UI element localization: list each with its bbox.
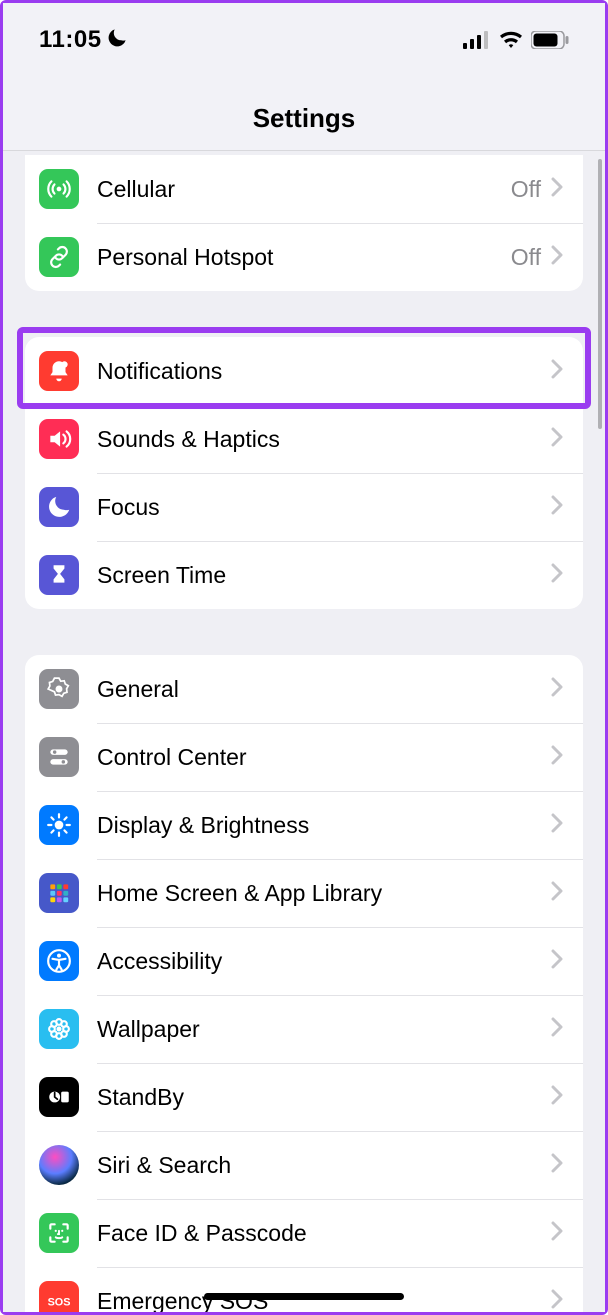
row-value: Off <box>511 244 541 271</box>
group-network: Cellular Off Personal Hotspot Off <box>25 155 583 291</box>
group-general: General Control Center <box>25 655 583 1312</box>
row-general[interactable]: General <box>25 655 583 723</box>
header: Settings <box>3 67 605 151</box>
chevron-right-icon <box>551 1221 567 1246</box>
chevron-right-icon <box>551 881 567 906</box>
row-label: Cellular <box>97 176 511 203</box>
row-faceid[interactable]: Face ID & Passcode <box>25 1199 583 1267</box>
battery-icon <box>531 31 569 49</box>
status-time: 11:05 <box>39 26 102 54</box>
row-label: Control Center <box>97 744 551 771</box>
chevron-right-icon <box>551 495 567 520</box>
chevron-right-icon <box>551 677 567 702</box>
row-wallpaper[interactable]: Wallpaper <box>25 995 583 1063</box>
chevron-right-icon <box>551 1153 567 1178</box>
chevron-right-icon <box>551 1017 567 1042</box>
row-label: Notifications <box>97 358 551 385</box>
wifi-icon <box>499 31 523 49</box>
row-label: Display & Brightness <box>97 812 551 839</box>
chevron-right-icon <box>551 1289 567 1313</box>
row-focus[interactable]: Focus <box>25 473 583 541</box>
row-label: Home Screen & App Library <box>97 880 551 907</box>
row-label: Face ID & Passcode <box>97 1220 551 1247</box>
row-siri[interactable]: Siri & Search <box>25 1131 583 1199</box>
row-cellular[interactable]: Cellular Off <box>25 155 583 223</box>
row-label: StandBy <box>97 1084 551 1111</box>
sun-icon <box>39 805 79 845</box>
row-homescreen[interactable]: Home Screen & App Library <box>25 859 583 927</box>
standby-icon <box>39 1077 79 1117</box>
row-accessibility[interactable]: Accessibility <box>25 927 583 995</box>
grid-icon <box>39 873 79 913</box>
row-emergency[interactable]: SOS Emergency SOS <box>25 1267 583 1312</box>
speaker-icon <box>39 419 79 459</box>
row-notifications[interactable]: Notifications <box>25 337 583 405</box>
row-label: Screen Time <box>97 562 551 589</box>
sos-icon: SOS <box>39 1281 79 1312</box>
hourglass-icon <box>39 555 79 595</box>
chevron-right-icon <box>551 359 567 384</box>
cellular-signal-icon <box>463 31 491 49</box>
chevron-right-icon <box>551 427 567 452</box>
accessibility-icon <box>39 941 79 981</box>
row-label: Wallpaper <box>97 1016 551 1043</box>
chevron-right-icon <box>551 949 567 974</box>
face-icon <box>39 1213 79 1253</box>
bell-icon <box>39 351 79 391</box>
row-label: Sounds & Haptics <box>97 426 551 453</box>
chevron-right-icon <box>551 563 567 588</box>
settings-screen: 11:05 <box>3 3 605 1312</box>
status-bar: 11:05 <box>3 3 605 67</box>
moon-icon <box>106 27 128 54</box>
link-icon <box>39 237 79 277</box>
row-label: Siri & Search <box>97 1152 551 1179</box>
chevron-right-icon <box>551 245 567 270</box>
row-hotspot[interactable]: Personal Hotspot Off <box>25 223 583 291</box>
row-sounds[interactable]: Sounds & Haptics <box>25 405 583 473</box>
chevron-right-icon <box>551 177 567 202</box>
chevron-right-icon <box>551 1085 567 1110</box>
gear-icon <box>39 669 79 709</box>
row-controlcenter[interactable]: Control Center <box>25 723 583 791</box>
row-display[interactable]: Display & Brightness <box>25 791 583 859</box>
antenna-icon <box>39 169 79 209</box>
svg-text:SOS: SOS <box>48 1296 71 1308</box>
moon-icon <box>39 487 79 527</box>
scroll-indicator <box>598 159 602 429</box>
page-title: Settings <box>3 103 605 134</box>
row-screentime[interactable]: Screen Time <box>25 541 583 609</box>
row-label: General <box>97 676 551 703</box>
chevron-right-icon <box>551 813 567 838</box>
group-alerts: Notifications Sounds & Haptics Focus <box>25 337 583 609</box>
switches-icon <box>39 737 79 777</box>
row-label: Personal Hotspot <box>97 244 511 271</box>
home-indicator[interactable] <box>204 1293 404 1300</box>
row-label: Accessibility <box>97 948 551 975</box>
flower-icon <box>39 1009 79 1049</box>
chevron-right-icon <box>551 745 567 770</box>
settings-list[interactable]: Cellular Off Personal Hotspot Off Notifi… <box>3 151 605 1312</box>
row-label: Focus <box>97 494 551 521</box>
row-standby[interactable]: StandBy <box>25 1063 583 1131</box>
row-value: Off <box>511 176 541 203</box>
siri-icon <box>39 1145 79 1185</box>
